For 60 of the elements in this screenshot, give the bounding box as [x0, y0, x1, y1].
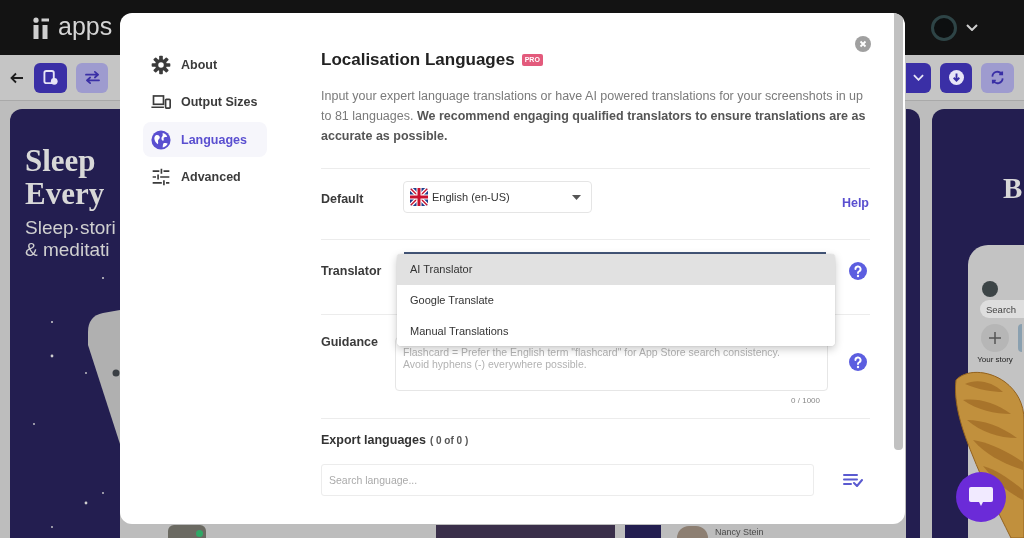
avatar-placeholder	[982, 281, 998, 297]
headline-text: B	[1003, 172, 1023, 205]
subtitle-text: & meditati	[25, 239, 111, 261]
list-check-icon[interactable]	[843, 473, 863, 487]
toolbar-button[interactable]	[34, 62, 67, 93]
flag-icon	[410, 188, 428, 206]
photo-placeholder	[1018, 324, 1022, 352]
back-arrow-icon[interactable]	[10, 71, 24, 84]
refresh-icon	[990, 70, 1005, 85]
language-count: ( 0 of 0 )	[429, 434, 469, 448]
chevron-down-icon	[913, 74, 924, 81]
language-search-field[interactable]: Search language...	[321, 464, 814, 496]
logo-text: apps	[58, 10, 113, 41]
headline-text: Sleep	[25, 144, 97, 177]
avatar-placeholder	[677, 526, 708, 538]
globe-icon	[151, 129, 171, 150]
close-button[interactable]	[855, 36, 871, 52]
screenshot-card	[625, 525, 661, 538]
logo-icon	[32, 16, 50, 39]
description-text: Input your expert language translations or have AI powered translations for your screenshots in up to 81 languages. We recommend engaging qualified translators to ensure translations are as accurate as possible.	[321, 88, 867, 145]
chevron-down-icon[interactable]	[966, 24, 978, 31]
document-icon	[43, 70, 58, 85]
sidebar-item[interactable]: Languages	[143, 122, 267, 157]
dropdown-option[interactable]: Manual Translations	[397, 315, 835, 347]
chat-bubble-icon	[968, 486, 994, 508]
sidebar-item[interactable]: About	[143, 47, 267, 82]
story-label: Your story	[977, 355, 1013, 365]
headline-text: Every	[25, 177, 106, 210]
character-counter: 0 / 1000	[791, 396, 821, 406]
laptop-phone-icon	[151, 95, 171, 109]
sidebar-item[interactable]: Output Sizes	[143, 84, 267, 120]
sidebar-item[interactable]: Advanced	[143, 159, 267, 195]
subtitle-text: Sleep·stori	[25, 217, 117, 239]
caret-icon	[572, 194, 581, 200]
field-label: Translator	[321, 263, 383, 280]
field-label: Default	[321, 191, 365, 208]
field-label: Guidance	[321, 334, 379, 351]
help-icon[interactable]	[849, 262, 867, 280]
sliders-icon	[151, 167, 171, 187]
status-dot-icon	[196, 530, 203, 537]
help-icon[interactable]	[849, 353, 867, 371]
dialog-title: Localisation Languages	[321, 49, 515, 71]
dropdown-option[interactable]: AI Translator	[397, 254, 835, 285]
language-select[interactable]: English (en-US)	[403, 181, 592, 213]
swap-arrows-icon	[84, 70, 100, 85]
scrollbar-thumb[interactable]	[894, 13, 903, 450]
help-link[interactable]: Help	[841, 187, 869, 219]
toolbar-button[interactable]	[940, 62, 972, 93]
download-icon	[948, 70, 964, 85]
search-field[interactable]: Search	[980, 300, 1024, 318]
toolbar-button[interactable]	[906, 62, 931, 93]
toolbar-button[interactable]	[76, 62, 108, 93]
plus-icon	[989, 332, 1001, 344]
close-icon	[855, 36, 871, 52]
gear-icon	[151, 54, 171, 75]
section-heading: Export languages	[321, 432, 426, 449]
toolbar-button[interactable]	[981, 62, 1014, 93]
person-name: Nancy Stein	[715, 527, 764, 538]
add-story-button[interactable]	[981, 324, 1009, 352]
dropdown-option[interactable]: Google Translate	[397, 284, 835, 316]
